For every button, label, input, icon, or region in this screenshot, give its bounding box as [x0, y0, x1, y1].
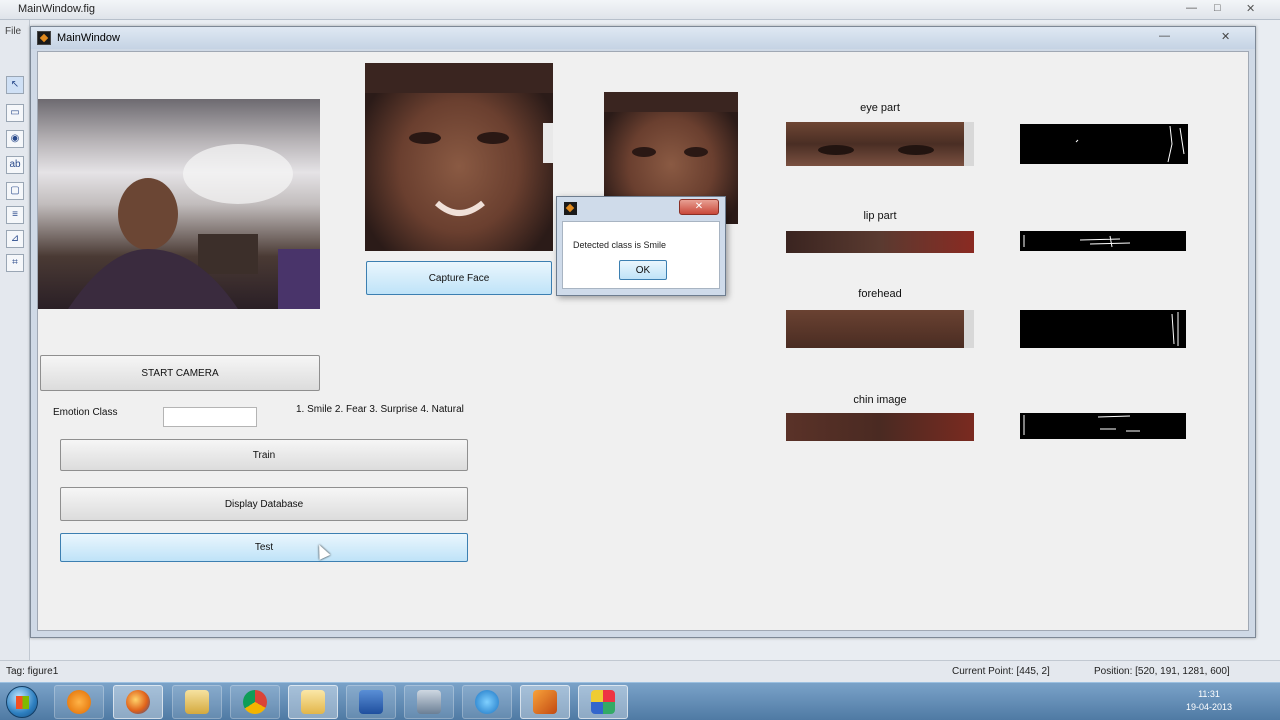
main-window-titlebar: MainWindow — ✕ — [31, 27, 1255, 49]
forehead-image — [786, 310, 974, 348]
frame-tool-icon[interactable]: ▢ — [6, 182, 24, 200]
lip-part-label: lip part — [863, 210, 897, 222]
eye-part-edge-image — [1020, 124, 1188, 164]
start-camera-button[interactable]: START CAMERA — [40, 355, 320, 391]
network-icon[interactable] — [404, 685, 454, 719]
forehead-edge-image — [1020, 310, 1186, 348]
capture-face-button[interactable]: Capture Face — [366, 261, 552, 295]
internet-explorer-icon[interactable] — [462, 685, 512, 719]
clock-date: 19-04-2013 — [1185, 702, 1233, 712]
camera-preview-image — [68, 144, 320, 309]
emotion-legend: 1. Smile 2. Fear 3. Surprise 4. Natural — [296, 404, 464, 415]
minimize-icon[interactable]: — — [1186, 2, 1197, 14]
folder-icon[interactable] — [288, 685, 338, 719]
taskbar: 11:31 19-04-2013 — [0, 682, 1280, 720]
forehead-label: forehead — [858, 288, 902, 300]
status-position: Position: [520, 191, 1281, 600] — [1094, 666, 1230, 677]
panel-tool-icon[interactable]: ⌗ — [6, 254, 24, 272]
guide-toolbox: File ↖ ▭ ◉ ab ▢ ≡ ⊿ ⌗ — [0, 20, 30, 660]
guide-icon[interactable] — [578, 685, 628, 719]
chin-image — [786, 413, 974, 441]
dialog-close-icon[interactable]: ✕ — [679, 199, 719, 215]
window-minimize-icon[interactable]: — — [1159, 30, 1170, 42]
matlab-icon[interactable] — [520, 685, 570, 719]
lip-part-image — [786, 231, 974, 253]
chin-edge-drawing — [1023, 415, 1140, 435]
test-button[interactable]: Test — [60, 533, 468, 562]
eye-edge-drawing — [1075, 125, 1185, 163]
lip-part-edge-image — [1020, 231, 1186, 251]
radio-tool-icon[interactable]: ◉ — [6, 130, 24, 148]
pushbutton-tool-icon[interactable]: ▭ — [6, 104, 24, 122]
forehead-edge-drawing — [1171, 312, 1179, 346]
main-window: MainWindow — ✕ Capture Face eye part lip… — [30, 26, 1256, 638]
figure-client-area: Capture Face eye part lip part forehead — [37, 51, 1249, 631]
captured-face-axes — [365, 63, 553, 251]
chin-edge-image — [1020, 413, 1186, 439]
maximize-icon[interactable]: □ — [1214, 2, 1221, 14]
train-button[interactable]: Train — [60, 439, 468, 471]
captured-face-image — [365, 63, 553, 216]
clock-time: 11:31 — [1198, 689, 1220, 699]
matlab-icon — [564, 202, 577, 215]
select-tool-icon[interactable]: ↖ — [6, 76, 24, 94]
matlab-icon — [37, 31, 51, 45]
lip-edge-drawing — [1023, 235, 1131, 248]
media-player-icon[interactable] — [54, 685, 104, 719]
status-current-point: Current Point: [445, 2] — [952, 666, 1050, 677]
forehead-drawing — [964, 310, 974, 348]
system-clock[interactable]: 11:31 19-04-2013 — [1174, 688, 1244, 714]
status-tag: Tag: figure1 — [6, 666, 59, 677]
start-button[interactable] — [6, 686, 38, 718]
listbox-tool-icon[interactable]: ≡ — [6, 206, 24, 224]
camera-preview-axes — [38, 99, 320, 309]
edit-tool-icon[interactable]: ab — [6, 156, 24, 174]
eye-part-drawing — [818, 122, 974, 166]
status-bar: Tag: figure1 Current Point: [445, 2] Pos… — [0, 660, 1280, 682]
eye-part-label: eye part — [860, 102, 900, 114]
display-database-button[interactable]: Display Database — [60, 487, 468, 521]
axes-tool-icon[interactable]: ⊿ — [6, 230, 24, 248]
guide-titlebar: MainWindow.fig — □ ✕ — [0, 0, 1280, 20]
dialog-body: Detected class is Smile OK — [562, 221, 720, 289]
main-window-title: MainWindow — [57, 32, 120, 44]
result-dialog: ✕ Detected class is Smile OK — [556, 196, 726, 296]
chrome-icon[interactable] — [230, 685, 280, 719]
dialog-message: Detected class is Smile — [573, 240, 667, 250]
emotion-class-label: Emotion Class — [53, 407, 118, 418]
dialog-titlebar: ✕ — [557, 197, 725, 219]
chin-image-label: chin image — [853, 394, 907, 406]
guide-title: MainWindow.fig — [18, 3, 96, 15]
firefox-icon[interactable] — [113, 685, 163, 719]
explorer-icon[interactable] — [172, 685, 222, 719]
word-icon[interactable] — [346, 685, 396, 719]
emotion-class-input[interactable] — [163, 407, 257, 427]
window-close-icon[interactable]: ✕ — [1221, 30, 1230, 43]
ok-button[interactable]: OK — [619, 260, 667, 280]
menu-file[interactable]: File — [5, 26, 21, 37]
eye-part-image — [786, 122, 974, 166]
close-icon[interactable]: ✕ — [1246, 2, 1255, 15]
